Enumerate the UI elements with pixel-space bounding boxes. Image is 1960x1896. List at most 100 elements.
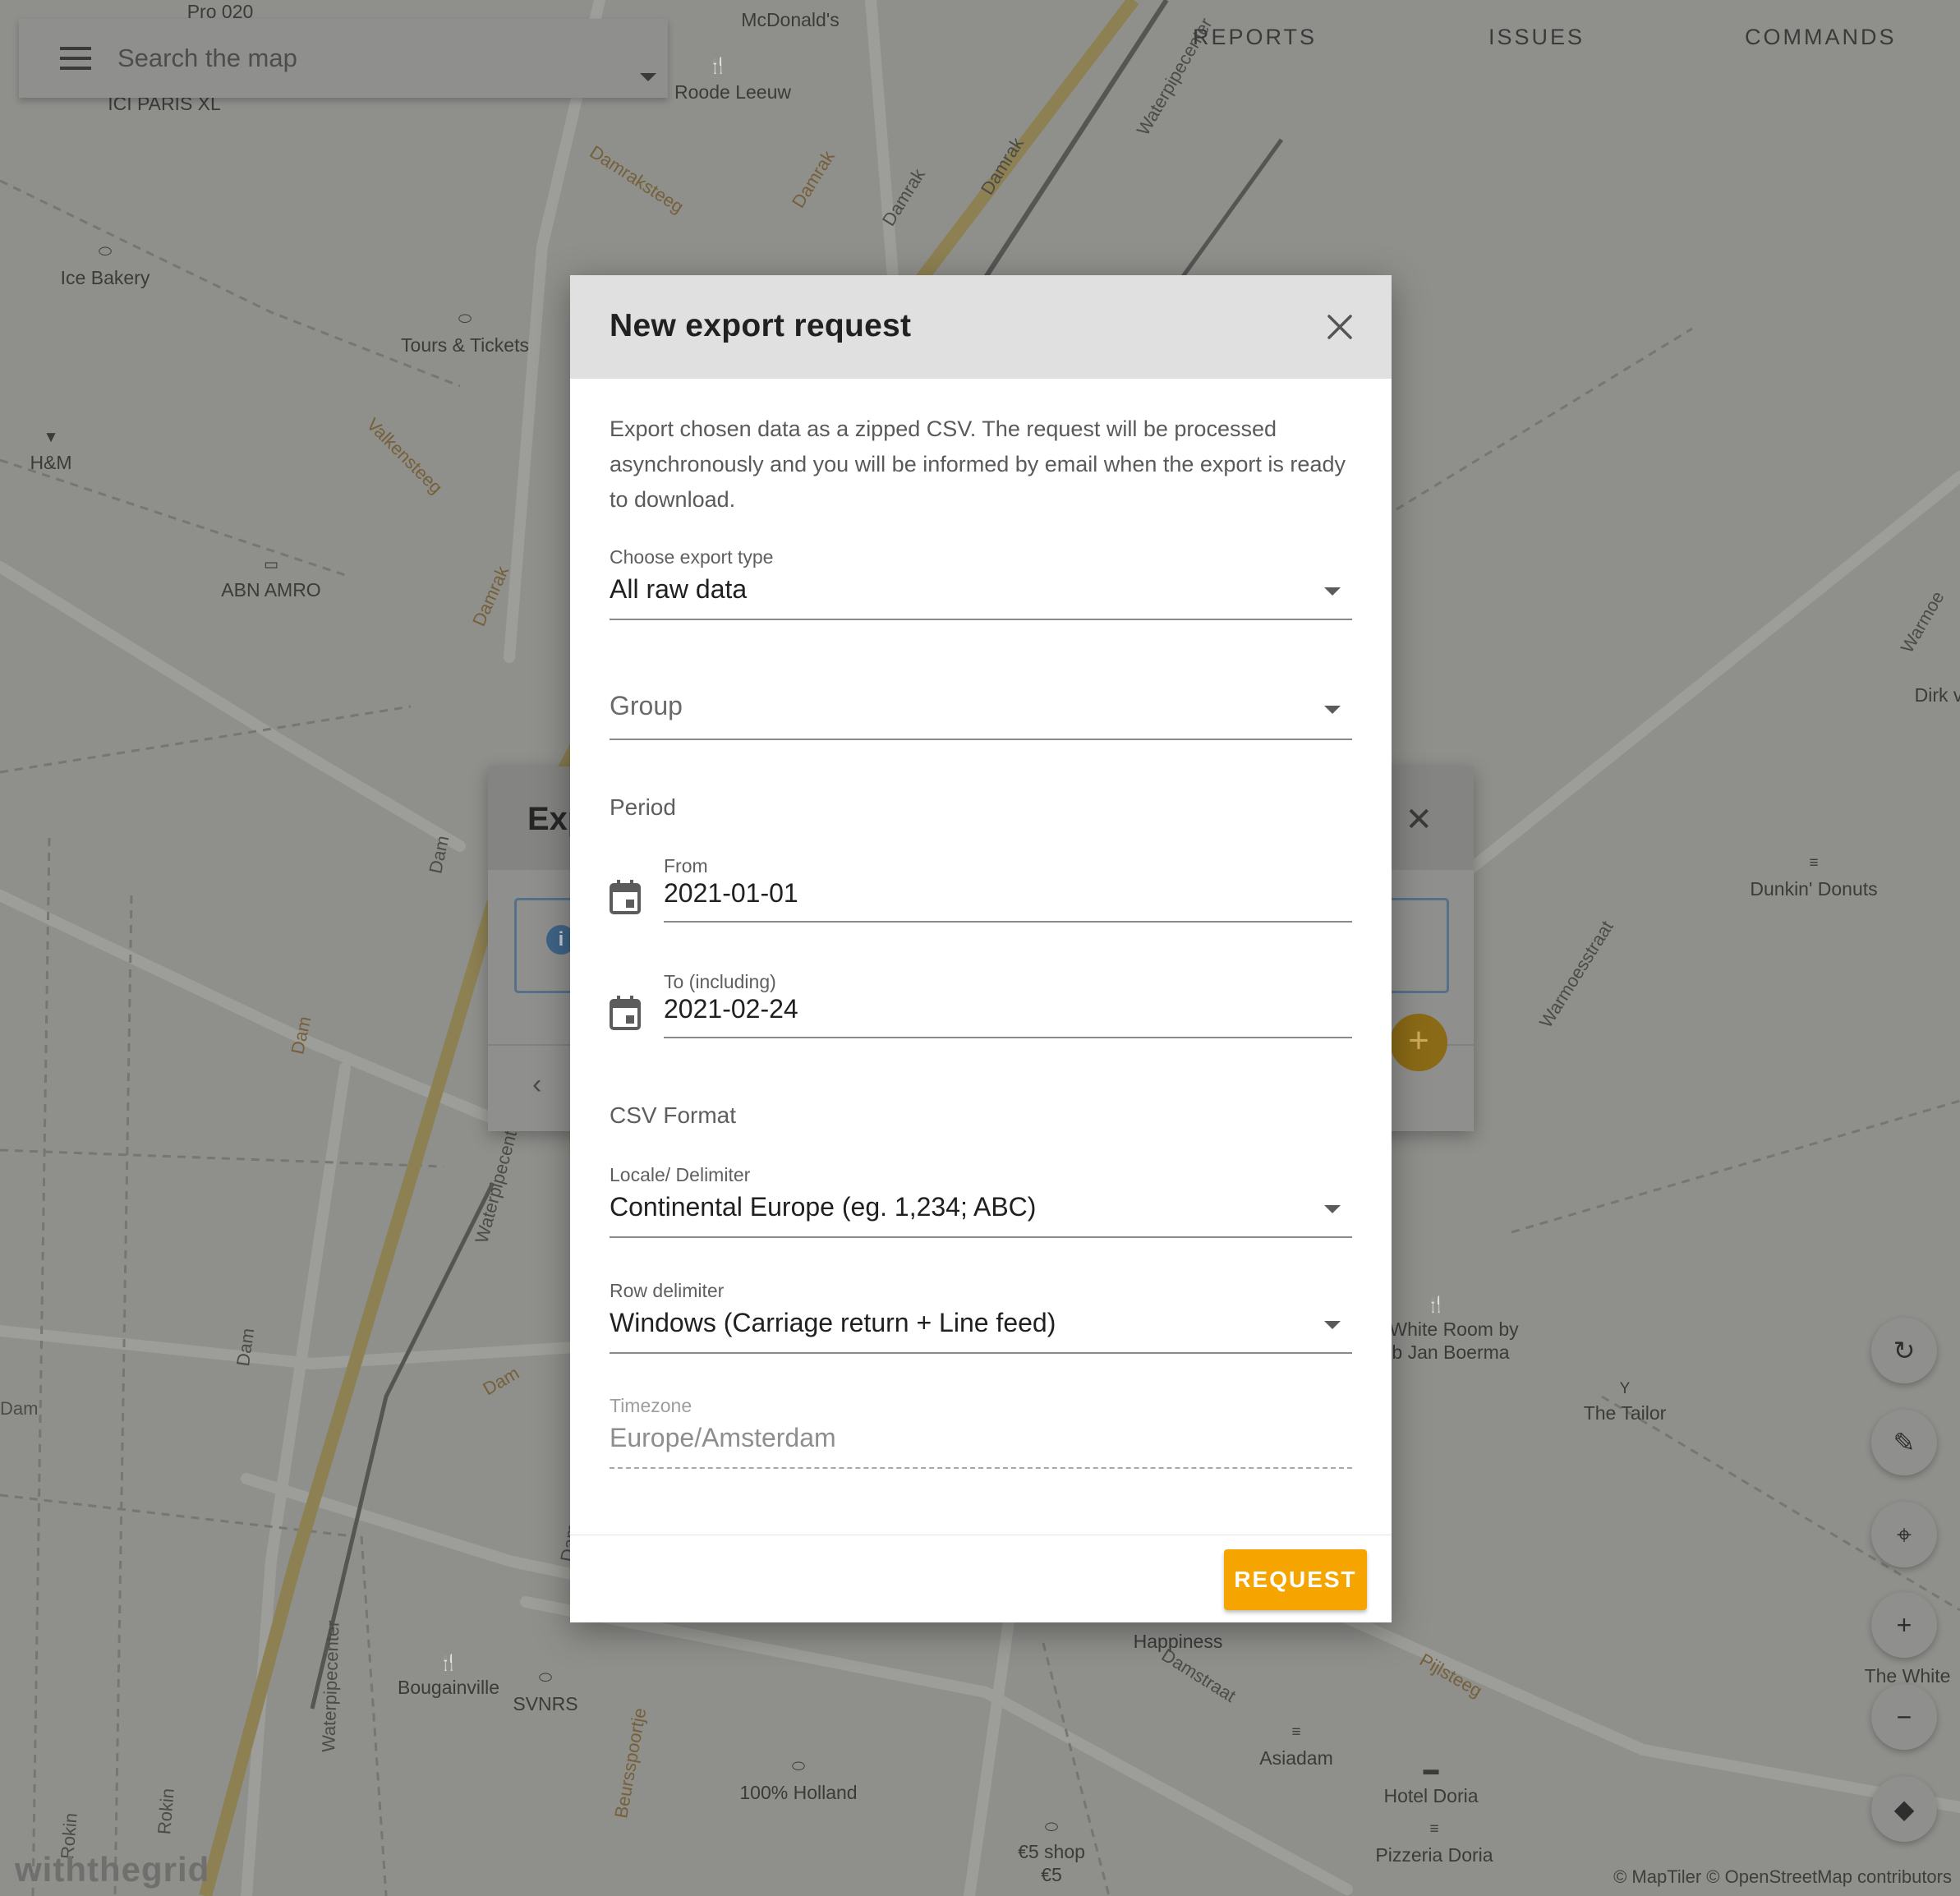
bag-icon: ⬭ bbox=[458, 311, 472, 328]
menu-icon[interactable] bbox=[60, 47, 91, 70]
poi-label: Ice Bakery bbox=[60, 267, 150, 288]
poi-label: McDonald's bbox=[741, 9, 840, 30]
add-button[interactable]: + bbox=[1390, 1014, 1447, 1071]
group-placeholder: Group bbox=[610, 691, 683, 720]
minus-icon: − bbox=[1896, 1702, 1912, 1732]
field-underline bbox=[610, 1352, 1352, 1354]
chevron-down-icon bbox=[1324, 1205, 1341, 1213]
restaurant-icon: 🍴 bbox=[439, 1654, 458, 1672]
poi-label: Dunkin' Donuts bbox=[1750, 878, 1878, 900]
chevron-down-icon[interactable] bbox=[640, 73, 656, 81]
export-request-dialog: New export request Export chosen data as… bbox=[570, 275, 1392, 1622]
timezone-label: Timezone bbox=[610, 1395, 692, 1416]
tab-commands[interactable]: COMMANDS bbox=[1745, 25, 1897, 50]
period-label: Period bbox=[610, 794, 676, 820]
field-underline bbox=[664, 1037, 1352, 1038]
layers-icon: ◆ bbox=[1893, 1794, 1915, 1824]
locale-delimiter-label: Locale/ Delimiter bbox=[610, 1164, 751, 1185]
poi-label: Roode Leeuw bbox=[674, 81, 791, 103]
zoom-in-button[interactable]: + bbox=[1871, 1592, 1937, 1658]
chevron-down-icon bbox=[1324, 587, 1341, 596]
locate-button[interactable]: ⌖ bbox=[1871, 1502, 1937, 1567]
export-type-select[interactable]: Choose export type All raw data bbox=[610, 546, 1352, 620]
tab-issues[interactable]: ISSUES bbox=[1488, 25, 1585, 50]
poi-label: b Jan Boerma bbox=[1392, 1341, 1510, 1363]
bank-icon: ▭ bbox=[264, 556, 278, 573]
watermark-logo: withthegrid bbox=[15, 1850, 210, 1889]
calendar-icon[interactable] bbox=[610, 996, 641, 1030]
date-to-value: 2021-02-24 bbox=[664, 994, 798, 1024]
restaurant-icon: 🍴 bbox=[708, 58, 728, 75]
export-type-label: Choose export type bbox=[610, 546, 774, 568]
poi-label: 100% Holland bbox=[739, 1782, 858, 1803]
pencil-icon: ✎ bbox=[1893, 1428, 1916, 1457]
request-button[interactable]: REQUEST bbox=[1224, 1549, 1367, 1610]
dialog-description: Export chosen data as a zipped CSV. The … bbox=[610, 416, 1346, 512]
csv-format-label: CSV Format bbox=[610, 1102, 737, 1128]
chevron-down-icon bbox=[1324, 706, 1341, 714]
date-from-field[interactable]: From 2021-01-01 bbox=[610, 855, 1352, 946]
export-type-value: All raw data bbox=[610, 574, 748, 604]
edit-button[interactable]: ✎ bbox=[1871, 1410, 1937, 1475]
poi-label: Bougainville bbox=[397, 1677, 500, 1698]
row-delimiter-select[interactable]: Row delimiter Windows (Carriage return +… bbox=[610, 1280, 1352, 1354]
poi-label: Dirk v bbox=[1914, 684, 1960, 706]
fastfood-icon: ≡ bbox=[1429, 1820, 1439, 1838]
close-icon[interactable] bbox=[1326, 313, 1354, 341]
cocktail-icon: Y bbox=[1619, 1380, 1631, 1397]
fastfood-icon: ≡ bbox=[1291, 1723, 1301, 1741]
dialog-header: New export request bbox=[570, 275, 1392, 379]
poi-label: €5 shop bbox=[1018, 1841, 1085, 1862]
bag-icon: ⬭ bbox=[538, 1669, 553, 1687]
bed-icon: ▬ bbox=[1423, 1761, 1439, 1779]
bag-icon: ⬭ bbox=[98, 243, 113, 260]
street-label: Dam bbox=[0, 1398, 39, 1419]
locale-delimiter-value: Continental Europe (eg. 1,234; ABC) bbox=[610, 1192, 1037, 1222]
row-delimiter-label: Row delimiter bbox=[610, 1280, 725, 1301]
field-underline bbox=[610, 619, 1352, 620]
date-to-label: To (including) bbox=[664, 971, 776, 992]
zoom-out-button[interactable]: − bbox=[1871, 1684, 1937, 1750]
map-search-bar bbox=[19, 19, 668, 98]
timezone-field: Timezone Europe/Amsterdam bbox=[610, 1395, 1352, 1469]
poi-label: Hotel Doria bbox=[1383, 1785, 1479, 1806]
field-underline bbox=[664, 921, 1352, 923]
poi-label: Pizzeria Doria bbox=[1375, 1844, 1493, 1866]
date-from-value: 2021-01-01 bbox=[664, 878, 798, 908]
poi-label: SVNRS bbox=[513, 1693, 578, 1714]
refresh-button[interactable]: ↻ bbox=[1871, 1318, 1937, 1383]
poi-label: €5 bbox=[1041, 1864, 1062, 1885]
refresh-icon: ↻ bbox=[1893, 1336, 1916, 1365]
locale-delimiter-select[interactable]: Locale/ Delimiter Continental Europe (eg… bbox=[610, 1164, 1352, 1238]
fastfood-icon: ≡ bbox=[1809, 854, 1819, 872]
crosshair-icon: ⌖ bbox=[1896, 1520, 1912, 1549]
group-select[interactable]: Group bbox=[610, 691, 1352, 765]
dialog-title: New export request bbox=[610, 308, 912, 343]
plus-icon: + bbox=[1896, 1610, 1912, 1640]
poi-label: H&M bbox=[30, 452, 72, 473]
poi-label: Tours & Tickets bbox=[401, 334, 529, 356]
map-attribution[interactable]: © MapTiler © OpenStreetMap contributors bbox=[1613, 1866, 1952, 1888]
tab-reports[interactable]: REPORTS bbox=[1193, 25, 1317, 50]
close-icon[interactable]: ✕ bbox=[1405, 803, 1433, 836]
date-from-label: From bbox=[664, 855, 708, 877]
chevron-left-icon[interactable]: ‹ bbox=[532, 1069, 541, 1101]
field-underline bbox=[610, 1236, 1352, 1238]
field-underline bbox=[610, 1467, 1352, 1469]
bag-icon: ⬭ bbox=[1044, 1819, 1059, 1836]
timezone-value: Europe/Amsterdam bbox=[610, 1423, 836, 1452]
calendar-icon[interactable] bbox=[610, 880, 641, 914]
street-label: Rokin bbox=[154, 1787, 178, 1836]
search-input[interactable] bbox=[117, 42, 577, 75]
row-delimiter-value: Windows (Carriage return + Line feed) bbox=[610, 1308, 1056, 1337]
date-to-field[interactable]: To (including) 2021-02-24 bbox=[610, 971, 1352, 1061]
layers-button[interactable]: ◆ bbox=[1871, 1776, 1937, 1842]
bag-icon: ⬭ bbox=[791, 1758, 806, 1775]
poi-label: The Tailor bbox=[1583, 1402, 1667, 1424]
shirt-icon: ▼ bbox=[43, 429, 59, 446]
poi-label: White Room by bbox=[1389, 1318, 1519, 1340]
field-underline bbox=[610, 739, 1352, 740]
poi-label: Happiness bbox=[1133, 1631, 1223, 1652]
chevron-down-icon bbox=[1324, 1321, 1341, 1329]
restaurant-icon: 🍴 bbox=[1426, 1296, 1446, 1314]
